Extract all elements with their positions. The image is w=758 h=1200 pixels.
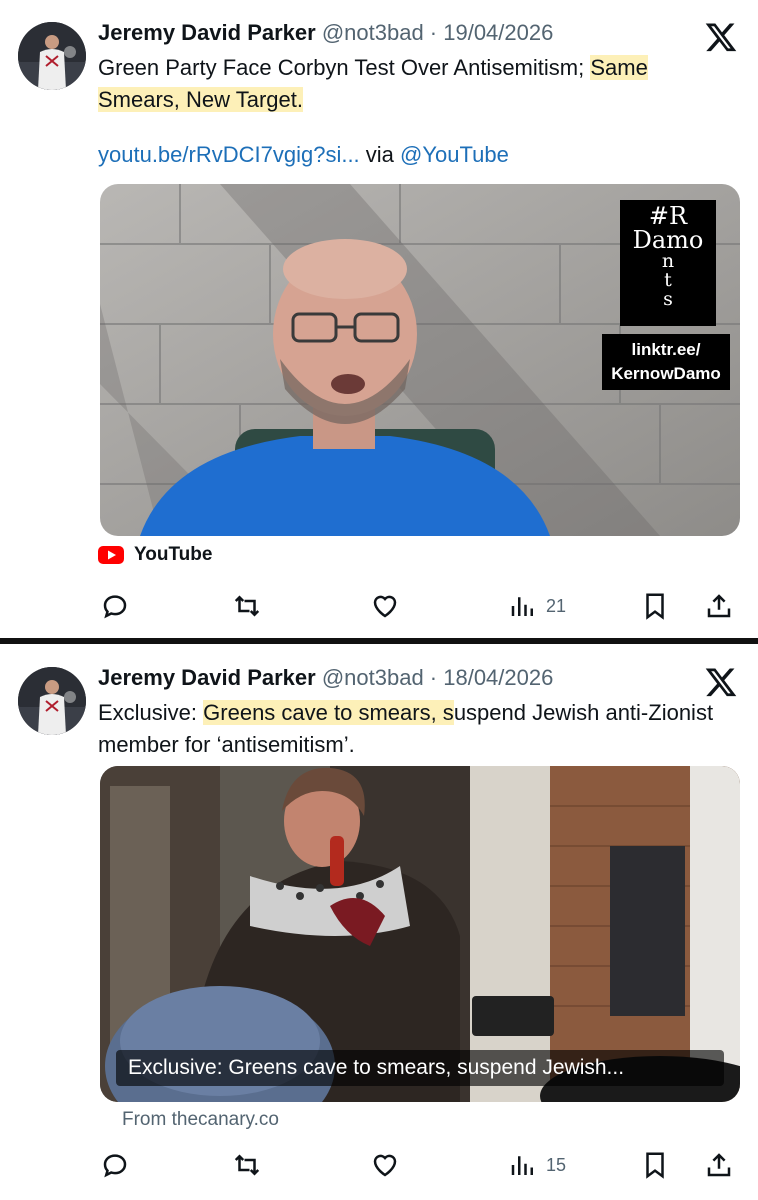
tweet-actions: 15 <box>100 1147 740 1183</box>
channel-brand-logo: #R Damo n t s <box>620 200 716 326</box>
views-button[interactable]: 15 <box>508 1147 566 1183</box>
reply-icon <box>103 1154 127 1178</box>
x-logo-icon <box>705 23 737 52</box>
tweet-text: Green Party Face Corbyn Test Over Antise… <box>98 52 728 116</box>
bookmark-button[interactable] <box>640 588 670 624</box>
views-count: 21 <box>546 595 567 616</box>
tweet-text-prefix: Exclusive: <box>98 700 204 725</box>
views-bar-icon <box>511 1156 533 1175</box>
heart-icon <box>373 1154 397 1177</box>
handle-and-date[interactable]: @not3bad · 19/04/2026 <box>322 20 554 45</box>
share-icon <box>707 1153 731 1177</box>
tweet-actions: 21 <box>100 588 740 624</box>
via-handle-link[interactable]: @YouTube <box>400 142 509 167</box>
highlighted-text: Greens cave to smears, s <box>203 700 454 725</box>
author-name[interactable]: Jeremy David Parker <box>98 665 316 690</box>
avatar[interactable] <box>18 667 86 735</box>
views-count: 15 <box>546 1154 567 1175</box>
tweet-header: Jeremy David Parker @not3bad · 18/04/202… <box>98 663 553 693</box>
tweet-separator <box>0 638 758 644</box>
views-button[interactable]: 21 <box>508 588 566 624</box>
like-button[interactable] <box>370 588 400 624</box>
repost-button[interactable] <box>232 1147 262 1183</box>
bookmark-icon <box>646 1152 664 1179</box>
reply-icon <box>103 595 127 619</box>
brand-line: Damo <box>632 226 704 254</box>
handle-and-date[interactable]: @not3bad · 18/04/2026 <box>322 665 554 690</box>
reply-button[interactable] <box>100 588 130 624</box>
avatar[interactable] <box>18 22 86 90</box>
share-icon <box>707 594 731 618</box>
link-card-image[interactable]: Exclusive: Greens cave to smears, suspen… <box>100 766 740 1102</box>
repost-button[interactable] <box>232 588 262 624</box>
views-bar-icon <box>511 597 533 616</box>
x-logo-icon <box>705 668 737 697</box>
brand-line: #R <box>648 202 688 230</box>
bookmark-button[interactable] <box>640 1147 670 1183</box>
heart-icon <box>373 595 397 618</box>
tweet-text: Exclusive: Greens cave to smears, suspen… <box>98 697 728 761</box>
share-button[interactable] <box>704 1147 734 1183</box>
tweet-card[interactable]: Jeremy David Parker @not3bad · 18/04/202… <box>0 645 758 1200</box>
link-card-source[interactable]: From thecanary.co <box>122 1109 279 1131</box>
brand-line: s <box>663 288 673 310</box>
tweet-header: Jeremy David Parker @not3bad · 19/04/202… <box>98 18 553 48</box>
tweet-card[interactable]: Jeremy David Parker @not3bad · 19/04/202… <box>0 0 758 640</box>
bookmark-icon <box>646 593 664 620</box>
share-button[interactable] <box>704 588 734 624</box>
youtube-icon <box>98 546 124 564</box>
like-button[interactable] <box>370 1147 400 1183</box>
repost-icon <box>234 1154 260 1176</box>
reply-button[interactable] <box>100 1147 130 1183</box>
repost-icon <box>234 595 260 617</box>
tweet-text-plain: Green Party Face Corbyn Test Over Antise… <box>98 55 591 80</box>
source-label: YouTube <box>134 544 213 565</box>
link-card-title: Exclusive: Greens cave to smears, suspen… <box>116 1050 724 1086</box>
video-thumbnail[interactable]: #R Damo n t s linktr.ee/ KernowDamo <box>100 184 740 536</box>
link-line: youtu.be/rRvDCI7vgig?si... via @YouTube <box>98 140 509 170</box>
author-name[interactable]: Jeremy David Parker <box>98 20 316 45</box>
channel-link-overlay: linktr.ee/ KernowDamo <box>602 334 730 390</box>
media-source[interactable]: YouTube <box>98 544 212 566</box>
via-label: via <box>359 142 401 167</box>
youtube-link[interactable]: youtu.be/rRvDCI7vgig?si... <box>98 142 360 167</box>
